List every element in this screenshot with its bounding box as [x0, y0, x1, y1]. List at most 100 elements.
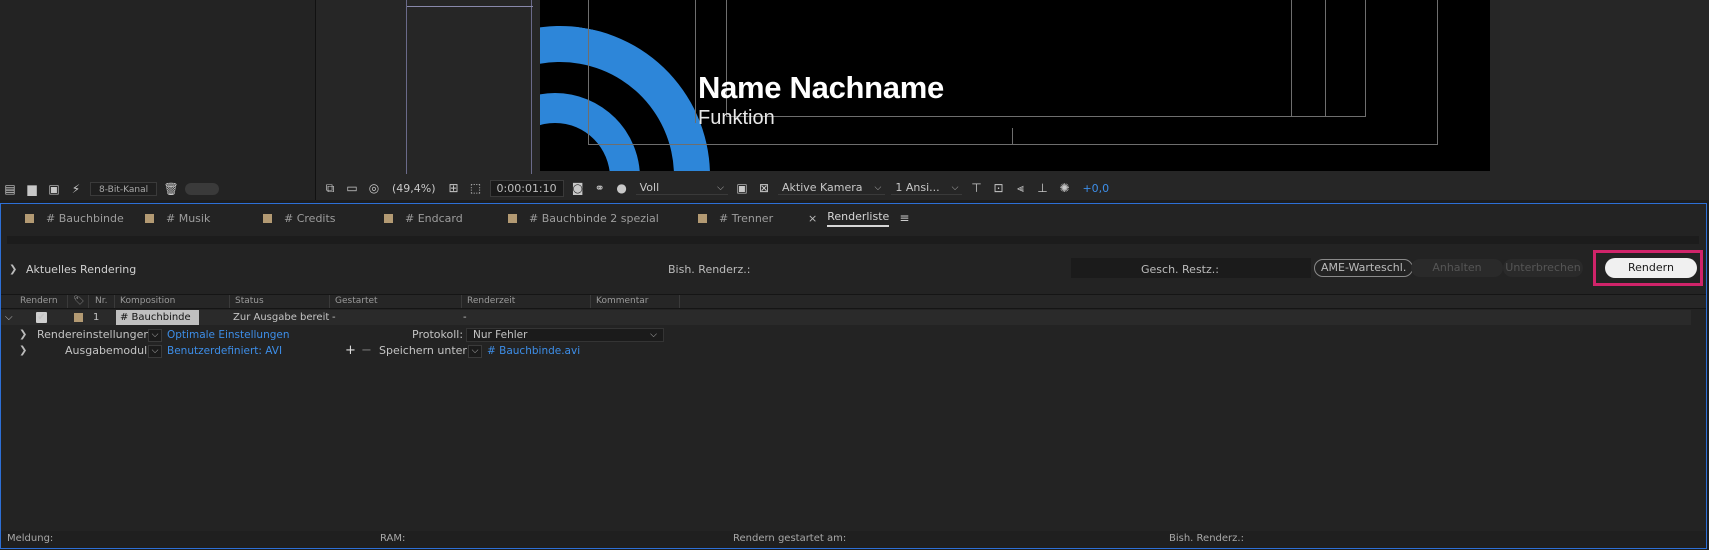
col-composition[interactable]: Komposition [116, 295, 230, 308]
tab-trenner[interactable]: # Trenner [698, 204, 808, 232]
ame-queue-button[interactable]: AME-Warteschl. [1314, 259, 1414, 277]
tab-credits[interactable]: # Credits [263, 204, 384, 232]
add-output-module-icon[interactable]: + [344, 344, 357, 358]
col-status[interactable]: Status [231, 295, 330, 308]
camera-dropdown[interactable]: Aktive Kamera ⌵ [777, 181, 886, 195]
tab-label: Renderliste [827, 210, 890, 227]
label-swatch [698, 213, 707, 223]
transparency-grid-icon[interactable]: ⊠ [756, 181, 772, 195]
tab-label: # Trenner [719, 211, 774, 225]
chevron-down-icon[interactable]: ⌵ [5, 310, 13, 325]
composition-viewer: Name Nachname Funktion ⧉ ▭ ◎ (49,4%) ⊞ ⬚… [316, 0, 1709, 200]
current-render-bar: ❯ Aktuelles Rendering Bish. Renderz.: Ge… [1, 250, 1706, 286]
tab-musik[interactable]: # Musik [145, 204, 263, 232]
label-swatch[interactable] [74, 313, 83, 322]
chevron-down-icon[interactable]: ⌵ [148, 329, 162, 342]
tab-bauchbinde[interactable]: # Bauchbinde [25, 204, 145, 232]
col-started[interactable]: Gestartet [331, 295, 462, 308]
label-swatch [263, 213, 272, 223]
camera-snapshot-icon[interactable]: ◙ [570, 181, 586, 195]
lower-third-name: Name Nachname [698, 70, 944, 105]
tab-endcard[interactable]: # Endcard [384, 204, 508, 232]
new-composition-icon[interactable]: ▣ [46, 182, 62, 196]
exposure-value[interactable]: +0,0 [1078, 182, 1113, 195]
timecode-field[interactable]: 0:00:01:10 [489, 179, 564, 197]
output-module-label: Ausgabemodul: [65, 344, 151, 357]
column-header: Rendern 🏷 Nr. Komposition Status Gestart… [1, 294, 1706, 309]
tag-icon: 🏷 [73, 296, 85, 306]
chevron-right-icon[interactable]: ❯ [19, 327, 27, 343]
tab-renderliste[interactable]: × Renderliste ≡ [808, 204, 909, 232]
pause-button[interactable]: Anhalten [1411, 259, 1503, 277]
close-icon[interactable]: × [808, 212, 817, 225]
zoom-dropdown[interactable]: (49,4%) [388, 182, 440, 195]
chevron-down-icon: ⌵ [874, 182, 882, 193]
color-channels-icon[interactable]: ● [614, 181, 630, 195]
log-select[interactable]: Nur Fehler ⌵ [466, 328, 664, 342]
current-render-title: Aktuelles Rendering [26, 262, 137, 276]
tab-label: # Bauchbinde [46, 211, 124, 225]
ram-label: RAM: [380, 533, 406, 544]
col-render-time[interactable]: Renderzeit [463, 295, 591, 308]
render-checkbox[interactable]: ✔ [36, 312, 47, 323]
exposure-reset-icon[interactable]: ✺ [1056, 181, 1072, 195]
fast-preview-icon[interactable]: ⊡ [990, 181, 1006, 195]
chevron-right-icon[interactable]: ❯ [9, 264, 17, 275]
chevron-down-icon: ⌵ [717, 182, 724, 193]
flowchart-icon[interactable]: ⊥ [1034, 181, 1050, 195]
safe-margins-icon[interactable]: ⊞ [446, 181, 462, 195]
monitor-icon[interactable]: ▭ [344, 181, 360, 195]
col-label-tag[interactable]: 🏷 [69, 295, 89, 308]
chevron-right-icon[interactable]: ❯ [19, 343, 27, 359]
queue-item-row[interactable]: ⌵ ✔ 1 # Bauchbinde Zur Ausgabe bereit - … [1, 310, 1691, 325]
col-comment[interactable]: Kommentar [592, 295, 680, 308]
chevron-down-icon[interactable]: ⌵ [148, 345, 162, 358]
status-footer: Meldung: RAM: Rendern gestartet am: Bish… [1, 531, 1706, 548]
tab-bauchbinde-2-spezial[interactable]: # Bauchbinde 2 spezial [508, 204, 698, 232]
remaining-label: Gesch. Restz.: [1141, 262, 1219, 276]
composition-canvas[interactable]: Name Nachname Funktion [540, 0, 1490, 171]
remove-output-module-icon[interactable]: − [360, 344, 373, 358]
stop-button[interactable]: Unterbrechen [1503, 259, 1583, 277]
bit-depth-button[interactable]: 8-Bit-Kanal [90, 182, 158, 196]
views-value: 1 Ansi... [895, 181, 940, 194]
resolution-value: Voll [639, 181, 660, 194]
output-module-link[interactable]: Benutzerdefiniert: AVI [167, 343, 282, 359]
chevron-down-icon: ⌵ [951, 182, 959, 193]
flowchart-icon[interactable]: ⚡ [68, 182, 84, 196]
label-swatch [384, 213, 393, 223]
col-nr[interactable]: Nr. [91, 295, 115, 308]
panel-menu-icon[interactable]: ≡ [899, 211, 909, 225]
timeline-icon[interactable]: ⫷ [1012, 181, 1028, 196]
tab-label: # Musik [166, 211, 211, 225]
lower-third-function: Funktion [698, 107, 775, 129]
render-button[interactable]: Rendern [1605, 258, 1697, 278]
region-of-interest-icon[interactable]: ▣ [734, 181, 750, 195]
tab-label: # Endcard [405, 211, 463, 225]
canvas-edge-guides [406, 0, 533, 174]
new-folder-icon[interactable]: ▆ [24, 182, 40, 196]
mask-icon[interactable]: ◎ [366, 181, 382, 195]
item-number: 1 [93, 312, 100, 323]
item-render-time: - [463, 312, 467, 323]
region-icon[interactable]: ⬚ [468, 181, 484, 195]
item-composition[interactable]: # Bauchbinde [116, 310, 199, 325]
chevron-down-icon[interactable]: ⌵ [468, 345, 482, 358]
resolution-dropdown[interactable]: Voll ⌵ [635, 181, 728, 195]
message-label: Meldung: [7, 533, 54, 544]
project-panel: ▤ ▆ ▣ ⚡ 8-Bit-Kanal 🗑 [0, 0, 316, 200]
toggle-pixel-aspect-icon[interactable]: ⊤ [968, 181, 984, 195]
output-to-link[interactable]: # Bauchbinde.avi [487, 343, 580, 359]
always-preview-icon[interactable]: ⧉ [322, 181, 338, 196]
render-settings-row: ❯ Rendereinstellungen: ⌵ Optimale Einste… [1, 327, 1706, 343]
trash-icon[interactable]: 🗑 [163, 182, 179, 196]
show-snapshot-icon[interactable]: ⚭ [592, 181, 608, 195]
render-settings-link[interactable]: Optimale Einstellungen [167, 327, 290, 343]
log-label: Protokoll: [412, 328, 464, 341]
views-dropdown[interactable]: 1 Ansi... ⌵ [891, 181, 963, 195]
interpret-footage-icon[interactable]: ▤ [2, 182, 18, 196]
col-render[interactable]: Rendern [16, 295, 68, 308]
viewer-toolbar: ⧉ ▭ ◎ (49,4%) ⊞ ⬚ 0:00:01:10 ◙ ⚭ ● Voll … [322, 178, 1113, 198]
thumbnail-slider[interactable] [185, 183, 220, 195]
output-module-row: ❯ Ausgabemodul: ⌵ Benutzerdefiniert: AVI… [1, 343, 1706, 359]
